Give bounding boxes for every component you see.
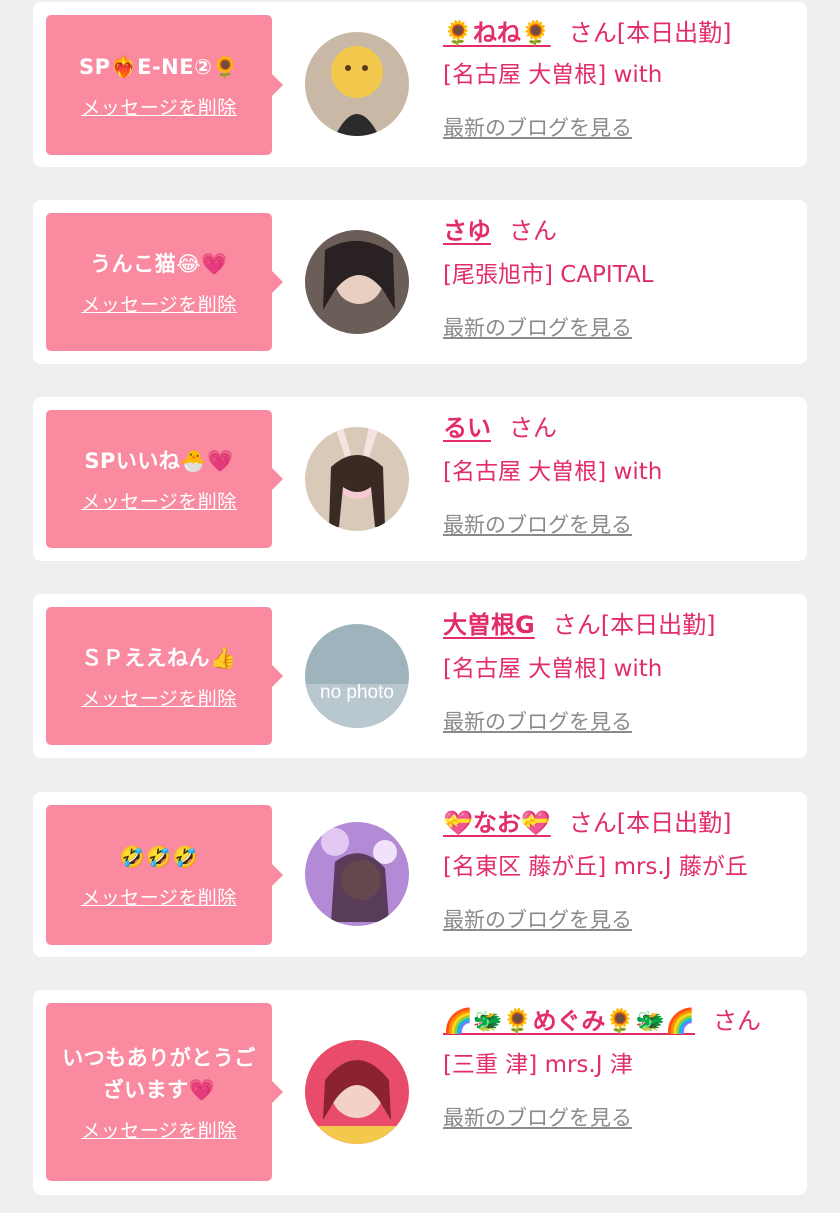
cast-info: るい さん [名古屋 大曽根] with 最新のブログを見る xyxy=(443,411,795,539)
name-line: るい さん xyxy=(443,411,795,445)
cast-name-link[interactable]: 大曽根G xyxy=(443,611,535,639)
profile-photo-icon xyxy=(305,427,409,531)
no-photo-icon: no photo xyxy=(305,624,409,728)
name-line: 🌈🐲🌻めぐみ🌻🐲🌈 さん xyxy=(443,1004,795,1038)
status-label: [本日出勤] xyxy=(600,611,716,639)
cast-name-link[interactable]: 💝なお💝 xyxy=(443,809,551,837)
message-bubble: SP❤️‍🔥E-NE②🌻 メッセージを削除 xyxy=(46,15,283,155)
name-line: 💝なお💝 さん[本日出勤] xyxy=(443,806,795,840)
delete-message-link[interactable]: メッセージを削除 xyxy=(81,1116,237,1143)
delete-message-link[interactable]: メッセージを削除 xyxy=(81,684,237,711)
delete-message-link[interactable]: メッセージを削除 xyxy=(81,487,237,514)
honorific: さん xyxy=(713,1007,762,1035)
avatar[interactable] xyxy=(305,427,409,531)
honorific: さん xyxy=(509,414,557,442)
avatar[interactable] xyxy=(305,1040,409,1144)
cast-name-link[interactable]: さゆ xyxy=(443,217,491,245)
profile-photo-icon xyxy=(305,32,409,136)
latest-blog-link[interactable]: 最新のブログを見る xyxy=(443,706,632,736)
shop-label: [名古屋 大曽根] with xyxy=(443,459,663,485)
message-card: ＳＰええねん👍 メッセージを削除 no photo 大曽根G さん[本日出勤] [… xyxy=(33,594,807,758)
cast-name-link[interactable]: 🌻ねね🌻 xyxy=(443,19,551,47)
latest-blog-link[interactable]: 最新のブログを見る xyxy=(443,312,632,342)
honorific: さん xyxy=(552,611,601,639)
shop-label: [尾張旭市] CAPITAL xyxy=(443,262,654,288)
message-card: SPいいね🐣💗 メッセージを削除 るい さん [名古屋 大曽根] with 最新の… xyxy=(33,397,807,561)
message-text: 🤣🤣🤣 xyxy=(119,844,199,869)
profile-photo-icon xyxy=(305,822,409,926)
message-text: いつもありがとうございます💗 xyxy=(62,1045,256,1102)
latest-blog-link[interactable]: 最新のブログを見る xyxy=(443,1102,632,1132)
shop-label: [三重 津] mrs.J 津 xyxy=(443,1052,633,1078)
message-text: SPいいね🐣💗 xyxy=(84,448,234,473)
message-text: SP❤️‍🔥E-NE②🌻 xyxy=(78,54,240,79)
profile-photo-icon xyxy=(305,1040,409,1144)
message-card: 🤣🤣🤣 メッセージを削除 💝なお💝 さん[本日出勤] [名東区 藤が丘] mrs.… xyxy=(33,792,807,957)
delete-message-link[interactable]: メッセージを削除 xyxy=(81,883,237,910)
message-bubble: うんこ猫😂💗 メッセージを削除 xyxy=(46,213,283,351)
cast-info: 🌻ねね🌻 さん[本日出勤] [名古屋 大曽根] with 最新のブログを見る xyxy=(443,16,795,142)
message-list: SP❤️‍🔥E-NE②🌻 メッセージを削除 🌻ねね🌻 さん[本日出勤] [名古屋 … xyxy=(0,0,840,1213)
status-label: [本日出勤] xyxy=(616,809,732,837)
cast-info: さゆ さん [尾張旭市] CAPITAL 最新のブログを見る xyxy=(443,214,795,342)
honorific: さん xyxy=(568,19,617,47)
message-text: うんこ猫😂💗 xyxy=(90,251,228,276)
name-line: 大曽根G さん[本日出勤] xyxy=(443,608,795,642)
message-text: ＳＰええねん👍 xyxy=(81,645,237,670)
honorific: さん xyxy=(568,809,617,837)
cast-info: 大曽根G さん[本日出勤] [名古屋 大曽根] with 最新のブログを見る xyxy=(443,608,795,736)
message-card: SP❤️‍🔥E-NE②🌻 メッセージを削除 🌻ねね🌻 さん[本日出勤] [名古屋 … xyxy=(33,2,807,167)
shop-label: [名東区 藤が丘] mrs.J 藤が丘 xyxy=(443,854,748,880)
cast-name-link[interactable]: るい xyxy=(443,414,491,442)
avatar[interactable] xyxy=(305,822,409,926)
status-label: [本日出勤] xyxy=(616,19,732,47)
avatar[interactable] xyxy=(305,32,409,136)
name-line: 🌻ねね🌻 さん[本日出勤] xyxy=(443,16,795,50)
message-bubble: 🤣🤣🤣 メッセージを削除 xyxy=(46,805,283,945)
name-line: さゆ さん xyxy=(443,214,795,248)
shop-label: [名古屋 大曽根] with xyxy=(443,62,663,88)
shop-label: [名古屋 大曽根] with xyxy=(443,656,663,682)
latest-blog-link[interactable]: 最新のブログを見る xyxy=(443,112,632,142)
message-bubble: ＳＰええねん👍 メッセージを削除 xyxy=(46,607,283,745)
cast-info: 💝なお💝 さん[本日出勤] [名東区 藤が丘] mrs.J 藤が丘 最新のブログを… xyxy=(443,806,795,934)
latest-blog-link[interactable]: 最新のブログを見る xyxy=(443,904,632,934)
latest-blog-link[interactable]: 最新のブログを見る xyxy=(443,509,632,539)
message-card: いつもありがとうございます💗 メッセージを削除 🌈🐲🌻めぐみ🌻🐲🌈 さん [三重 … xyxy=(33,990,807,1195)
cast-name-link[interactable]: 🌈🐲🌻めぐみ🌻🐲🌈 xyxy=(443,1007,695,1035)
cast-info: 🌈🐲🌻めぐみ🌻🐲🌈 さん [三重 津] mrs.J 津 最新のブログを見る xyxy=(443,1004,795,1132)
message-card: うんこ猫😂💗 メッセージを削除 さゆ さん [尾張旭市] CAPITAL 最新のブ… xyxy=(33,200,807,364)
delete-message-link[interactable]: メッセージを削除 xyxy=(81,93,237,120)
no-photo-text: no photo xyxy=(320,682,394,703)
message-bubble: いつもありがとうございます💗 メッセージを削除 xyxy=(46,1003,283,1181)
avatar[interactable] xyxy=(305,230,409,334)
message-bubble: SPいいね🐣💗 メッセージを削除 xyxy=(46,410,283,548)
delete-message-link[interactable]: メッセージを削除 xyxy=(81,290,237,317)
profile-photo-icon xyxy=(305,230,409,334)
avatar[interactable]: no photo xyxy=(305,624,409,728)
honorific: さん xyxy=(509,217,557,245)
